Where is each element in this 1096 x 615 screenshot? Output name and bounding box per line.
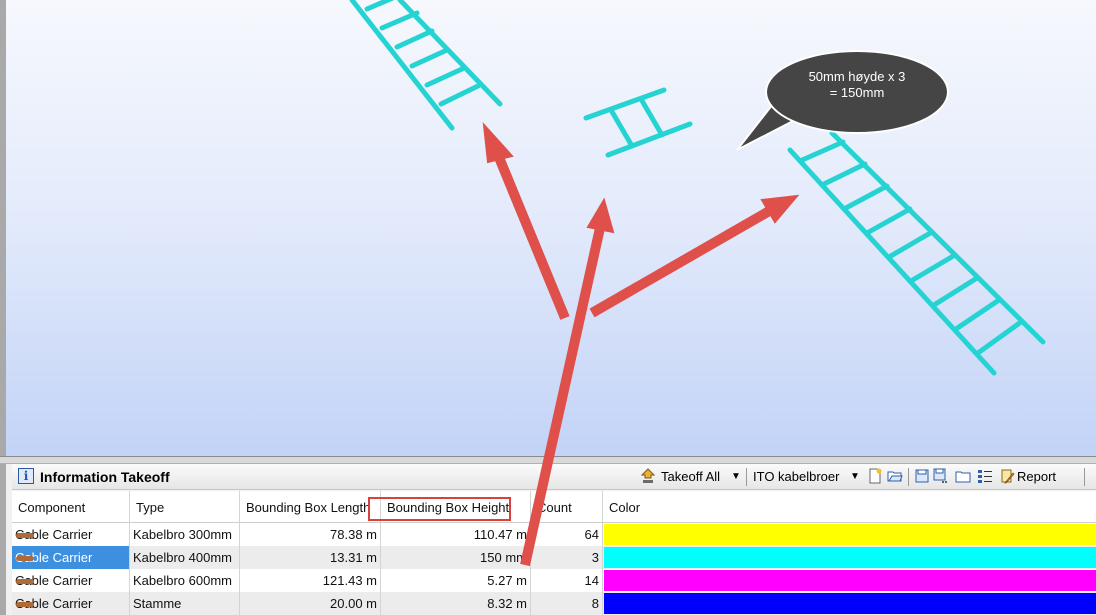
cell-length[interactable]: 13.31 m [240, 546, 381, 569]
cell-text: 78.38 m [330, 527, 377, 542]
cell-length[interactable]: 121.43 m [240, 569, 381, 592]
cell-text: 64 [584, 527, 599, 542]
cell-type[interactable]: Kabelbro 300mm [130, 523, 240, 546]
column-header-count[interactable]: Count [531, 491, 603, 523]
toolbar-divider [746, 468, 747, 486]
cell-type[interactable]: Stamme [130, 592, 240, 615]
cable-carrier-icon [16, 579, 34, 584]
cell-text: 8.32 m [487, 596, 527, 611]
cell-count[interactable]: 64 [531, 523, 603, 546]
folder-icon[interactable] [955, 468, 971, 484]
cell-height[interactable]: 5.27 m [381, 569, 531, 592]
color-swatch[interactable] [604, 547, 1096, 568]
column-header-color[interactable]: Color [603, 491, 1096, 523]
cell-text: 20.00 m [330, 596, 377, 611]
cable-carrier-icon [16, 556, 34, 561]
view-select[interactable]: ITO kabelbroer [753, 468, 839, 486]
overflow-handle[interactable]: ⋮ [1092, 468, 1096, 486]
panel-title: Information Takeoff [40, 469, 170, 485]
cell-text: 121.43 m [322, 573, 377, 588]
callout-text: 50mm høyde x 3 = 150mm [787, 69, 927, 101]
cell-text: Kabelbro 600mm [133, 573, 232, 588]
chevron-down-icon[interactable]: ▼ [850, 468, 860, 486]
takeoff-icon[interactable] [640, 468, 656, 484]
cell-component[interactable]: Cable Carrier [12, 546, 130, 569]
cell-text: 150 mm [480, 550, 527, 565]
cell-length[interactable]: 78.38 m [240, 523, 381, 546]
cell-count[interactable]: 8 [531, 592, 603, 615]
callout-line-2: = 150mm [829, 85, 885, 100]
takeoff-all-button[interactable]: Takeoff All [661, 468, 720, 486]
takeoff-table: Component Type Bounding Box Length Bound… [12, 491, 1096, 615]
cell-text: Stamme [133, 596, 182, 611]
cell-count[interactable]: 14 [531, 569, 603, 592]
table-row[interactable]: Cable Carrier Kabelbro 300mm 78.38 m 110.47… [12, 523, 1096, 546]
cell-length[interactable]: 20.00 m [240, 592, 381, 615]
callout-line-1: 50mm høyde x 3 [808, 69, 906, 84]
cell-text: 110.47 m [473, 527, 527, 542]
cell-height[interactable]: 150 mm [381, 546, 531, 569]
cell-type[interactable]: Kabelbro 400mm [130, 546, 240, 569]
cell-component[interactable]: Cable Carrier [12, 569, 130, 592]
report-icon[interactable] [999, 468, 1015, 484]
cell-type[interactable]: Kabelbro 600mm [130, 569, 240, 592]
panel-toolbar: i Information Takeoff Takeoff All ▼ ITO … [12, 464, 1096, 490]
cell-text: 8 [591, 596, 599, 611]
cell-height[interactable]: 8.32 m [381, 592, 531, 615]
header-highlight-box [368, 497, 511, 521]
report-button[interactable]: Report [1017, 468, 1056, 486]
chevron-down-icon[interactable]: ▼ [731, 468, 741, 486]
toolbar-divider [1084, 468, 1085, 486]
column-header-type[interactable]: Type [130, 491, 240, 523]
information-takeoff-panel: i Information Takeoff Takeoff All ▼ ITO … [0, 464, 1096, 615]
cell-text: 13.31 m [330, 550, 377, 565]
cable-carrier-icon [16, 533, 34, 538]
color-swatch[interactable] [604, 570, 1096, 591]
save-icon[interactable] [914, 468, 930, 484]
cell-component[interactable]: Cable Carrier [12, 523, 130, 546]
cell-component[interactable]: Cable Carrier [12, 592, 130, 615]
table-row[interactable]: Cable Carrier Kabelbro 400mm 13.31 m 150 mm… [12, 546, 1096, 569]
cell-text: 3 [591, 550, 599, 565]
column-header-component[interactable]: Component [12, 491, 130, 523]
toolbar-divider [908, 468, 909, 486]
cell-text: 5.27 m [487, 573, 527, 588]
column-header-length[interactable]: Bounding Box Length [240, 491, 381, 523]
cable-carrier-icon [16, 602, 34, 607]
table-row[interactable]: Cable Carrier Stamme 20.00 m 8.32 m 8 [12, 592, 1096, 615]
save-as-icon[interactable] [933, 468, 949, 484]
color-swatch[interactable] [604, 593, 1096, 614]
table-row[interactable]: Cable Carrier Kabelbro 600mm 121.43 m 5.27 … [12, 569, 1096, 592]
new-icon[interactable] [867, 468, 883, 484]
cell-text: Kabelbro 400mm [133, 550, 232, 565]
cell-text: 14 [584, 573, 599, 588]
open-icon[interactable] [887, 468, 903, 484]
settings-icon[interactable] [977, 468, 993, 484]
color-swatch[interactable] [604, 524, 1096, 545]
cell-text: Kabelbro 300mm [133, 527, 232, 542]
cell-height[interactable]: 110.47 m [381, 523, 531, 546]
info-icon: i [18, 468, 34, 484]
cell-count[interactable]: 3 [531, 546, 603, 569]
